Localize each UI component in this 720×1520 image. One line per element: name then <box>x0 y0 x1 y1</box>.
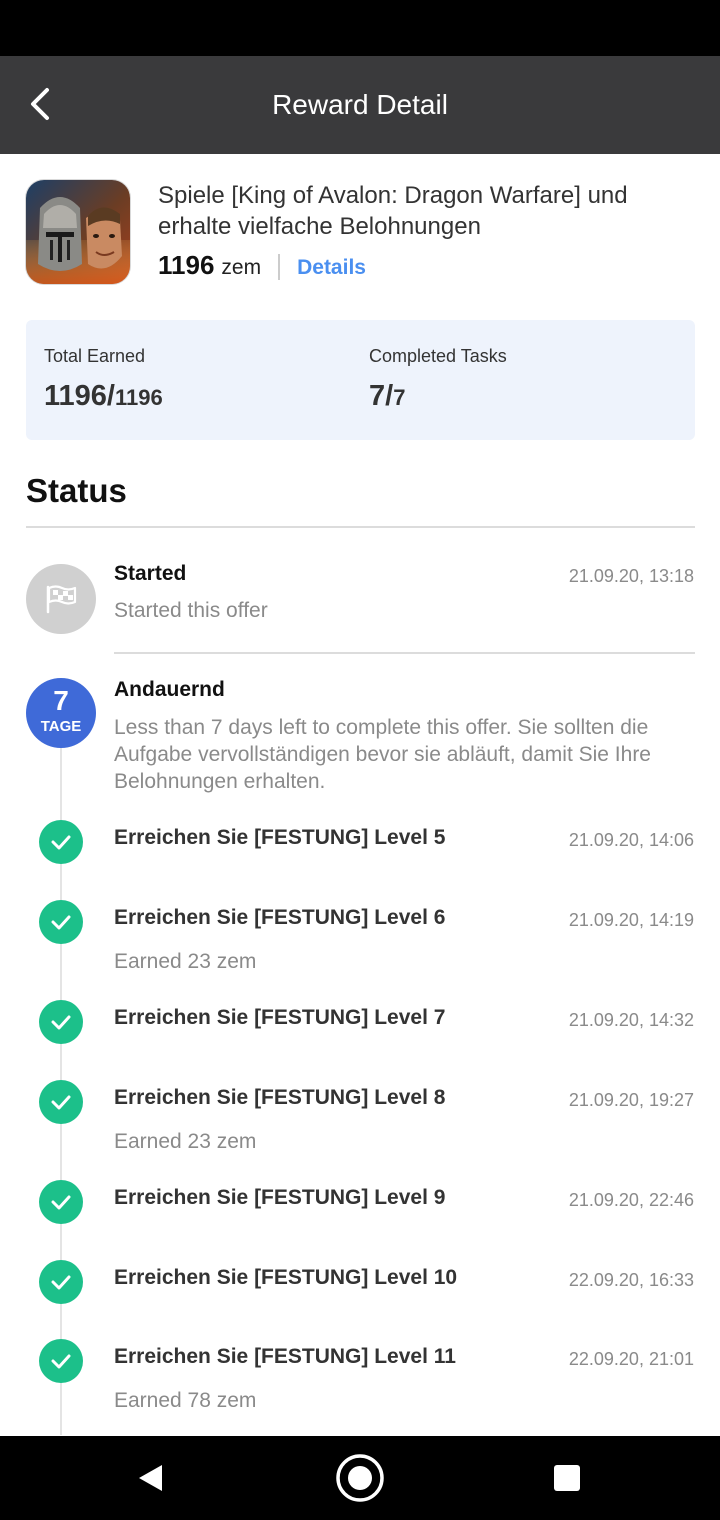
task-status-icon <box>39 820 83 864</box>
check-icon <box>51 915 71 930</box>
ongoing-description: Less than 7 days left to complete this o… <box>114 716 651 793</box>
page-title: Reward Detail <box>272 89 448 120</box>
flag-icon <box>46 585 77 614</box>
chevron-left-icon <box>31 88 49 120</box>
check-icon <box>51 1015 71 1030</box>
check-icon <box>51 835 71 850</box>
system-status-bar <box>0 0 720 56</box>
task-title: Erreichen Sie [FESTUNG] Level 8 <box>114 1086 446 1109</box>
total-earned-label: Total Earned <box>44 346 146 366</box>
task-title: Erreichen Sie [FESTUNG] Level 11 <box>114 1345 456 1368</box>
check-icon <box>51 1095 71 1110</box>
task-earned: Earned 23 zem <box>114 1130 257 1153</box>
task-time: 21.09.20, 22:46 <box>568 1190 694 1210</box>
task-time: 21.09.20, 14:32 <box>568 1010 694 1030</box>
divider <box>26 526 695 528</box>
check-icon <box>51 1354 71 1369</box>
completed-tasks-value: 7/7 <box>369 380 405 413</box>
offer-title: Spiele [King of Avalon: Dragon Warfare] … <box>158 182 628 240</box>
task-title: Erreichen Sie [FESTUNG] Level 9 <box>114 1186 446 1209</box>
task-time: 21.09.20, 14:06 <box>568 830 694 850</box>
nav-home-button[interactable] <box>334 1452 386 1504</box>
task-status-icon <box>39 1000 83 1044</box>
completed-tasks-label: Completed Tasks <box>369 346 507 366</box>
task-status-icon <box>39 1260 83 1304</box>
offer-card: Spiele [King of Avalon: Dragon Warfare] … <box>26 180 694 290</box>
app-bar: Reward Detail <box>0 56 720 154</box>
task-row: Erreichen Sie [FESTUNG] Level 9 21.09.20… <box>0 1180 720 1260</box>
days-left-unit: TAGE <box>40 718 82 735</box>
task-row: Erreichen Sie [FESTUNG] Level 10 22.09.2… <box>0 1260 720 1340</box>
check-icon <box>51 1195 71 1210</box>
total-earned-current: 1196/ <box>44 380 115 412</box>
status-heading: Status <box>26 472 127 509</box>
task-row: Erreichen Sie [FESTUNG] Level 5 21.09.20… <box>0 820 720 900</box>
back-triangle-icon <box>139 1465 162 1491</box>
home-circle-icon <box>336 1454 384 1502</box>
started-title: Started <box>114 562 187 585</box>
task-status-icon <box>39 1180 83 1224</box>
task-row: Erreichen Sie [FESTUNG] Level 11 22.09.2… <box>0 1339 720 1419</box>
stats-panel: Total Earned 1196/1196 Completed Tasks 7… <box>26 320 695 440</box>
task-row: Erreichen Sie [FESTUNG] Level 8 21.09.20… <box>0 1080 720 1160</box>
task-title: Erreichen Sie [FESTUNG] Level 6 <box>114 906 446 929</box>
started-status-icon <box>26 564 96 634</box>
started-time: 21.09.20, 13:18 <box>568 566 694 586</box>
total-earned-total: 1196 <box>114 385 163 410</box>
divider <box>114 652 695 654</box>
task-time: 21.09.20, 19:27 <box>568 1090 694 1110</box>
task-time: 22.09.20, 16:33 <box>568 1270 694 1290</box>
ongoing-title: Andauernd <box>114 678 225 701</box>
recents-square-icon <box>554 1465 580 1491</box>
nav-recents-button[interactable] <box>541 1452 593 1504</box>
back-button[interactable] <box>20 82 60 126</box>
task-title: Erreichen Sie [FESTUNG] Level 10 <box>114 1266 458 1289</box>
task-title: Erreichen Sie [FESTUNG] Level 5 <box>114 826 446 849</box>
days-left-number: 7 <box>53 685 69 716</box>
offer-reward: 1196 zem Details <box>158 250 366 284</box>
task-earned: Earned 78 zem <box>114 1389 257 1412</box>
task-status-icon <box>39 1080 83 1124</box>
reward-unit: zem <box>221 256 262 279</box>
task-row: Erreichen Sie [FESTUNG] Level 6 21.09.20… <box>0 900 720 980</box>
reward-amount: 1196 <box>158 250 215 280</box>
system-navigation-bar <box>0 1436 720 1520</box>
task-earned: Earned 23 zem <box>114 950 257 973</box>
task-time: 21.09.20, 14:19 <box>568 910 694 930</box>
total-earned-value: 1196/1196 <box>44 380 163 413</box>
task-status-icon <box>39 900 83 944</box>
game-app-icon[interactable] <box>26 180 130 284</box>
completed-tasks-current: 7/ <box>369 380 394 412</box>
task-row: Erreichen Sie [FESTUNG] Level 7 21.09.20… <box>0 1000 720 1080</box>
separator <box>278 254 281 280</box>
check-icon <box>51 1275 71 1290</box>
task-status-icon <box>39 1339 83 1383</box>
completed-tasks-total: 7 <box>393 385 406 410</box>
started-subtitle: Started this offer <box>114 599 268 622</box>
task-time: 22.09.20, 21:01 <box>568 1349 694 1369</box>
task-title: Erreichen Sie [FESTUNG] Level 7 <box>114 1006 446 1029</box>
days-left-badge: 7 TAGE <box>26 678 96 748</box>
nav-back-button[interactable] <box>124 1452 176 1504</box>
details-link[interactable]: Details <box>297 256 366 280</box>
